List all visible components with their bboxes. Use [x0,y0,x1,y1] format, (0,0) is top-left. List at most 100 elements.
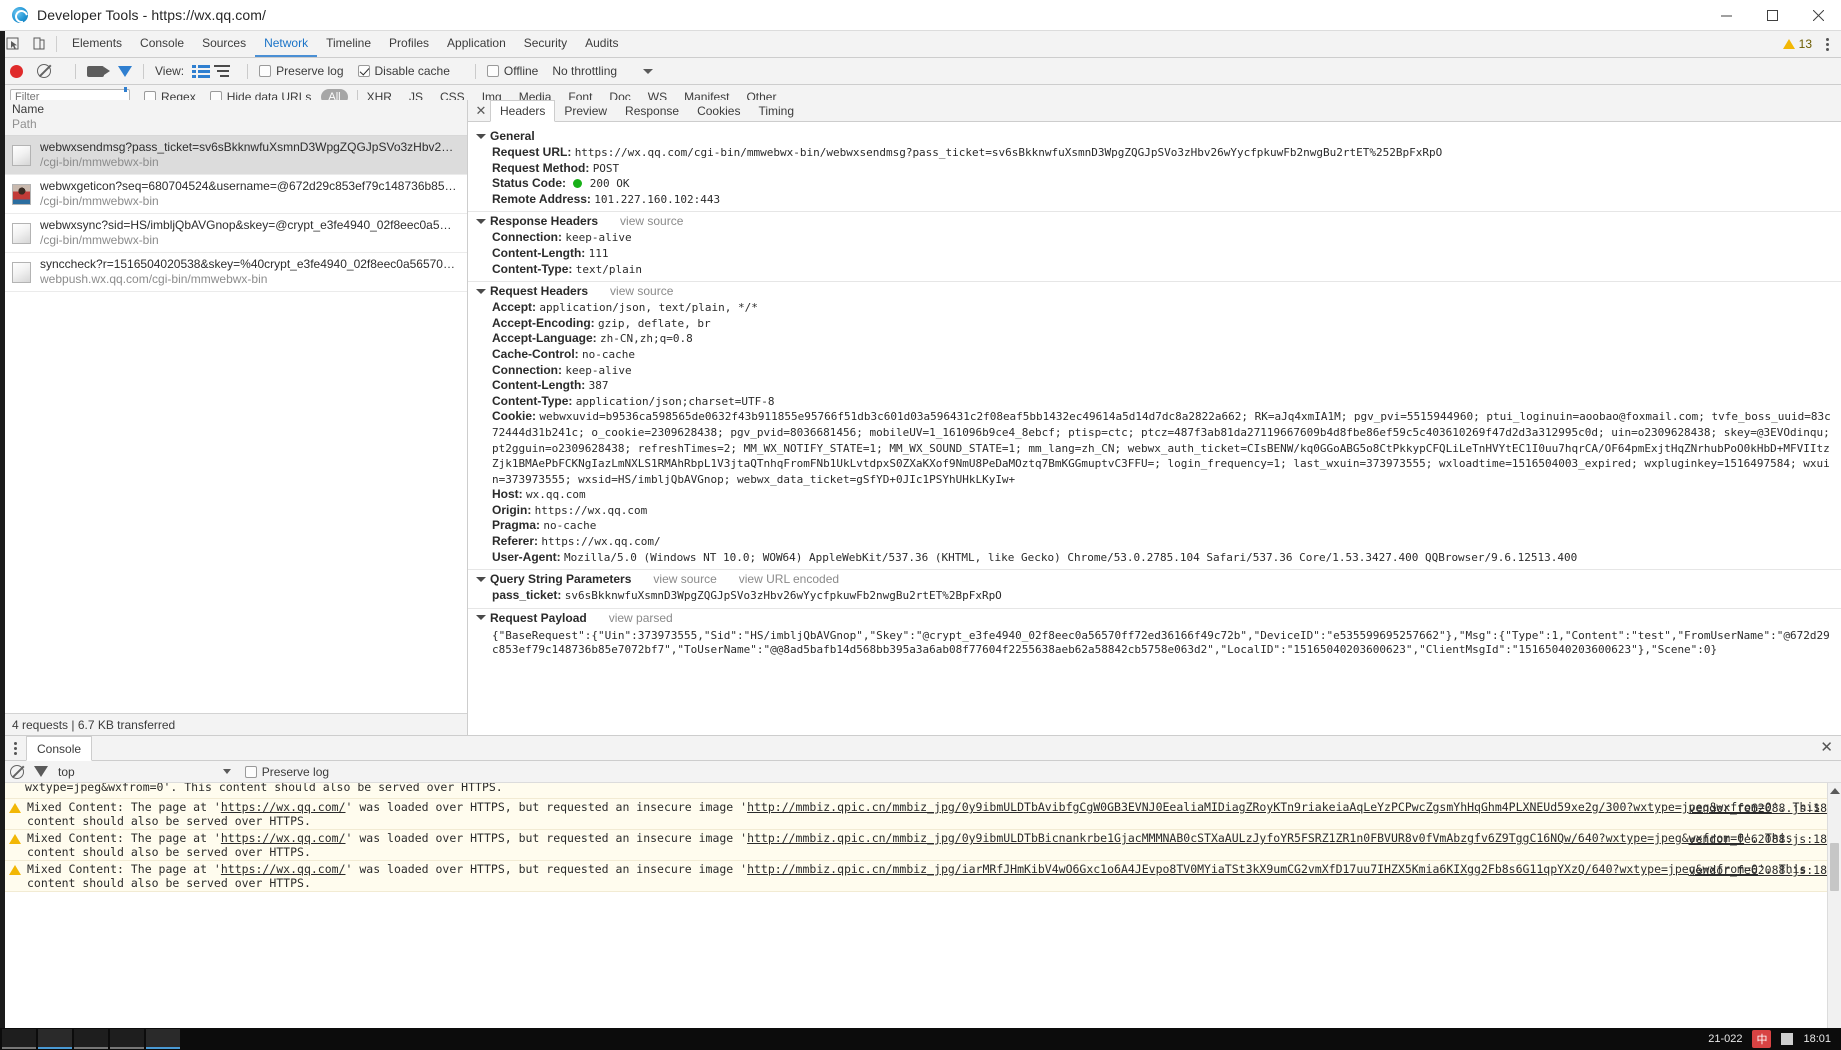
view-parsed-link[interactable]: view parsed [609,611,673,625]
column-header-name[interactable]: Name [12,102,467,117]
console-message-source[interactable]: vendor_fe62088.js:18 [1689,832,1827,846]
list-item[interactable]: Mixed Content: The page at 'https://wx.q… [0,799,1841,830]
warning-counter[interactable]: 13 [1782,37,1812,51]
tab-preview[interactable]: Preview [555,100,616,121]
tab-headers[interactable]: Headers [490,100,556,122]
scrollbar-thumb[interactable] [1830,843,1839,891]
list-view-icon[interactable] [192,64,211,78]
taskbar-item[interactable] [74,1029,108,1049]
console-context-select[interactable]: top [58,765,75,779]
network-status-bar: 4 requests | 6.7 KB transferred [0,713,467,735]
tab-response[interactable]: Response [616,100,688,121]
request-header-pragma: Pragma: no-cache [468,518,1841,534]
page-url-link[interactable]: https://wx.qq.com/ [221,831,346,845]
field-key: Content-Type: [492,261,573,276]
console-preserve-log-checkbox[interactable]: Preserve log [244,765,329,779]
tab-timeline[interactable]: Timeline [317,31,380,57]
section-general[interactable]: General [468,127,1841,145]
console-drawer: Console ✕ top Preserve log wxtype=jpeg&w… [0,735,1841,1028]
chevron-down-icon[interactable] [643,68,654,74]
tray-icon[interactable] [1781,1033,1794,1045]
taskbar-date[interactable]: 21-022 [1708,1033,1742,1045]
tab-application[interactable]: Application [438,31,515,57]
devtools-menu-icon[interactable] [1820,37,1835,51]
section-request-headers[interactable]: Request Headers view source [468,281,1841,300]
tab-timing[interactable]: Timing [749,100,803,121]
tab-cookies[interactable]: Cookies [688,100,749,121]
grouped-view-icon[interactable] [214,64,232,78]
tab-sources[interactable]: Sources [193,31,255,57]
toolbar-divider [247,63,249,79]
section-query-string-parameters[interactable]: Query String Parameters view source view… [468,569,1841,588]
request-list-header: Name Path [0,100,467,136]
page-url-link[interactable]: https://wx.qq.com/ [221,862,346,876]
funnel-icon[interactable] [34,766,48,792]
section-request-payload[interactable]: Request Payload view parsed [468,607,1841,627]
list-item[interactable]: wxtype=jpeg&wxfrom=0'. This content shou… [0,783,1841,799]
throttling-select[interactable]: No throttling [552,64,617,78]
device-toolbar-icon[interactable] [26,31,52,57]
clear-icon[interactable] [37,64,51,78]
tab-audits[interactable]: Audits [576,31,627,57]
disable-cache-checkbox[interactable]: Disable cache [357,64,450,78]
image-url-link[interactable]: http://mmbiz.qpic.cn/mmbiz_jpg/0y9ibmULD… [747,831,1606,845]
image-url-link[interactable]: http://mmbiz.qpic.cn/mmbiz_jpg/iarMRfJHm… [747,862,1619,876]
close-button[interactable] [1795,0,1841,31]
clear-console-icon[interactable] [10,764,24,779]
console-message-source[interactable]: vendor_fe62088.js:18 [1689,863,1827,877]
request-path: /cgi-bin/mmwebwx-bin [40,194,159,208]
field-value: gzip, deflate, br [598,316,711,330]
close-detail-icon[interactable]: ✕ [472,100,490,121]
field-key: Origin: [492,502,532,517]
taskbar-item[interactable] [2,1029,36,1049]
chevron-down-icon[interactable] [222,769,231,774]
msg-mid: ' was loaded over HTTPS, but requested a… [345,831,748,845]
field-value: POST [592,161,620,175]
devtools-tab-strip: Elements Console Sources Network Timelin… [0,31,1841,58]
view-url-encoded-link[interactable]: view URL encoded [739,572,839,586]
offline-checkbox[interactable]: Offline [486,64,538,78]
tab-network[interactable]: Network [255,31,318,57]
console-message-source[interactable]: vendor_fe62088.js:18 [1689,801,1827,815]
network-main-area: Name Path webwxsendmsg?pass_ticket=sv6sB… [0,100,1841,735]
ime-indicator[interactable]: 中 [1752,1030,1772,1048]
tab-profiles[interactable]: Profiles [380,31,438,57]
request-header-accept: Accept: application/json, text/plain, */… [468,300,1841,316]
camera-icon[interactable] [87,65,110,77]
request-path: /cgi-bin/mmwebwx-bin [40,155,159,169]
list-item[interactable]: Mixed Content: The page at 'https://wx.q… [0,861,1841,892]
tab-console[interactable]: Console [131,31,193,57]
close-drawer-icon[interactable]: ✕ [1820,740,1833,755]
table-row[interactable]: synccheck?r=1516504020538&skey=%40crypt_… [0,253,467,292]
funnel-icon[interactable] [118,65,132,92]
column-header-path[interactable]: Path [12,117,467,132]
taskbar-clock[interactable]: 18:01 [1803,1033,1831,1045]
maximize-button[interactable] [1749,0,1795,31]
taskbar-item[interactable] [110,1029,144,1049]
tab-security[interactable]: Security [515,31,576,57]
section-response-headers[interactable]: Response Headers view source [468,211,1841,230]
drawer-menu-icon[interactable] [4,736,26,760]
field-key: pass_ticket: [492,588,562,603]
drawer-tab-console[interactable]: Console [26,736,93,761]
scroll-up-arrow-icon[interactable] [1829,788,1840,794]
view-source-link[interactable]: view source [610,284,673,298]
view-source-link[interactable]: view source [653,572,716,586]
table-row[interactable]: webwxsync?sid=HS/imbljQbAVGnop&skey=@cry… [0,214,467,253]
image-url-link[interactable]: http://mmbiz.qpic.cn/mmbiz_jpg/0y9ibmULD… [747,800,1633,814]
taskbar-item[interactable] [146,1029,180,1049]
preserve-log-checkbox[interactable]: Preserve log [259,64,344,78]
table-row[interactable]: webwxgeticon?seq=680704524&username=@672… [0,175,467,214]
console-scrollbar[interactable] [1827,783,1841,1028]
tab-elements[interactable]: Elements [63,31,131,57]
console-message-text: Mixed Content: The page at 'https://wx.q… [27,862,1841,890]
table-row[interactable]: webwxsendmsg?pass_ticket=sv6sBkknwfuXsmn… [0,136,467,175]
msg-prefix: Mixed Content: The page at ' [27,831,221,845]
field-key: Request URL: [492,145,572,159]
taskbar-item[interactable] [38,1029,72,1049]
minimize-button[interactable] [1703,0,1749,31]
record-button[interactable] [10,64,23,78]
page-url-link[interactable]: https://wx.qq.com/ [221,800,346,814]
list-item[interactable]: Mixed Content: The page at 'https://wx.q… [0,830,1841,861]
view-source-link[interactable]: view source [620,214,683,228]
